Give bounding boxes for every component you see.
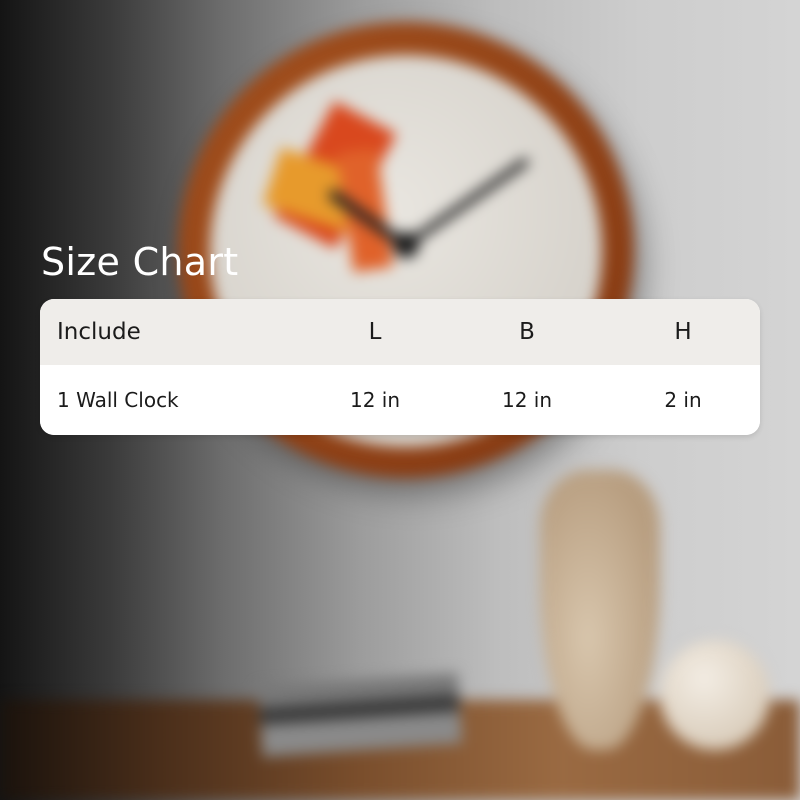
size-chart-title: Size Chart bbox=[41, 240, 239, 284]
stacked-books bbox=[257, 673, 463, 757]
size-table: Include L B H 1 Wall Clock 12 in 12 in 2… bbox=[40, 299, 760, 435]
header-height: H bbox=[674, 319, 692, 345]
cell-include: 1 Wall Clock bbox=[57, 388, 179, 412]
cell-breadth: 12 in bbox=[501, 388, 553, 412]
table-header-row: Include L B H bbox=[40, 299, 760, 366]
header-breadth: B bbox=[519, 319, 535, 345]
table-row: 1 Wall Clock 12 in 12 in 2 in bbox=[40, 365, 760, 435]
clock-center-pin bbox=[393, 232, 419, 258]
cell-height: 2 in bbox=[664, 388, 702, 412]
cell-length: 12 in bbox=[349, 388, 401, 412]
header-length: L bbox=[368, 319, 382, 345]
header-include: Include bbox=[57, 319, 141, 345]
decor-ball bbox=[660, 640, 770, 750]
